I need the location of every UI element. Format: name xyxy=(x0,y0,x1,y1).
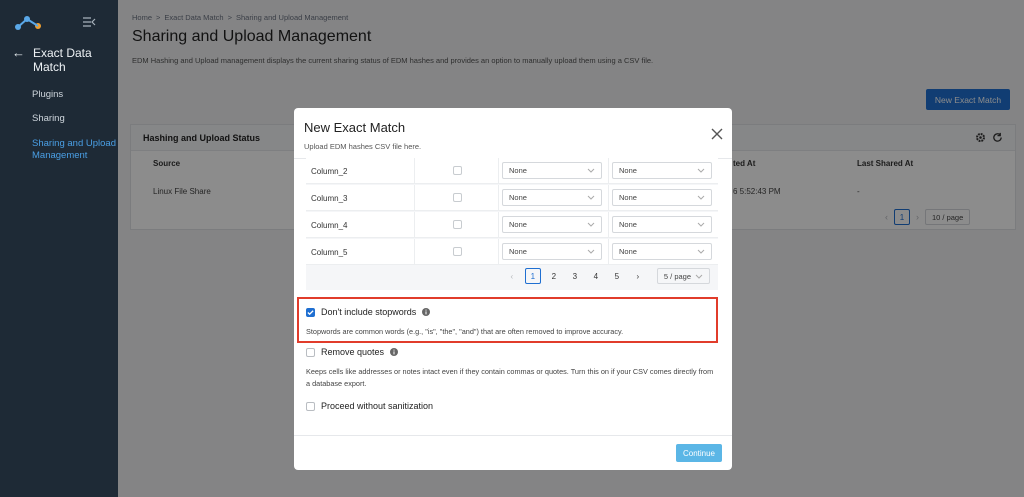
table-row: Column_5 None None xyxy=(306,239,718,265)
stopwords-checkbox[interactable] xyxy=(306,307,315,317)
page-2[interactable]: 2 xyxy=(546,268,562,284)
option-select[interactable]: None xyxy=(612,162,712,179)
sidebar: ← Exact Data Match Plugins Sharing Shari… xyxy=(0,0,118,497)
stopwords-option[interactable]: Don't include stopwords xyxy=(306,307,431,317)
type-select[interactable]: None xyxy=(502,162,602,179)
page-3[interactable]: 3 xyxy=(567,268,583,284)
table-row: Column_3 None None xyxy=(306,185,718,211)
type-select[interactable]: None xyxy=(502,243,602,260)
sidebar-item-sharing-upload[interactable]: Sharing and Upload Management xyxy=(32,138,116,162)
table-row: Column_2 None None xyxy=(306,158,718,184)
back-arrow-icon[interactable]: ← xyxy=(12,46,25,60)
prev-page-icon[interactable]: ‹ xyxy=(504,268,520,284)
remove-quotes-checkbox[interactable] xyxy=(306,347,315,357)
remove-quotes-label[interactable]: Remove quotes xyxy=(321,347,384,357)
table-row: Column_4 None None xyxy=(306,212,718,238)
new-exact-match-modal: New Exact Match Upload EDM hashes CSV fi… xyxy=(294,108,732,470)
option-select[interactable]: None xyxy=(612,216,712,233)
no-sanitization-option[interactable]: Proceed without sanitization xyxy=(306,401,433,411)
modal-subtitle: Upload EDM hashes CSV file here. xyxy=(304,142,422,151)
page-size-select[interactable]: 5 / page xyxy=(656,268,710,284)
modal-pagination: ‹ 1 2 3 4 5 › 5 / page xyxy=(504,268,710,284)
stopwords-label[interactable]: Don't include stopwords xyxy=(321,307,416,317)
info-icon[interactable] xyxy=(390,348,399,356)
chevron-down-icon xyxy=(697,222,705,227)
page-1[interactable]: 1 xyxy=(524,268,541,284)
type-select[interactable]: None xyxy=(502,189,602,206)
column-mapping-table: Column_2 None None Column_3 None None Co… xyxy=(306,158,718,290)
chevron-down-icon xyxy=(697,168,705,173)
divider xyxy=(294,435,732,436)
stopwords-description: Stopwords are common words (e.g., "is", … xyxy=(306,327,624,336)
sidebar-section-title: Exact Data Match xyxy=(33,46,92,74)
chevron-down-icon xyxy=(587,249,595,254)
row-checkbox[interactable] xyxy=(453,166,462,175)
column-name: Column_2 xyxy=(311,167,348,176)
column-name: Column_4 xyxy=(311,221,348,230)
remove-quotes-option[interactable]: Remove quotes xyxy=(306,347,399,357)
row-checkbox[interactable] xyxy=(453,193,462,202)
page-5[interactable]: 5 xyxy=(609,268,625,284)
chevron-down-icon xyxy=(587,168,595,173)
chevron-down-icon xyxy=(697,249,705,254)
row-checkbox[interactable] xyxy=(453,247,462,256)
next-page-icon[interactable]: › xyxy=(630,268,646,284)
no-sanitization-checkbox[interactable] xyxy=(306,401,315,411)
collapse-menu-icon[interactable] xyxy=(82,16,96,28)
type-select[interactable]: None xyxy=(502,216,602,233)
chevron-down-icon xyxy=(587,195,595,200)
column-name: Column_5 xyxy=(311,248,348,257)
app-logo-icon[interactable] xyxy=(14,14,42,32)
close-icon[interactable] xyxy=(710,127,724,141)
back-nav[interactable]: ← Exact Data Match xyxy=(12,46,103,75)
info-icon[interactable] xyxy=(422,308,431,316)
sidebar-item-plugins[interactable]: Plugins xyxy=(32,89,116,101)
modal-title: New Exact Match xyxy=(304,120,406,135)
option-select[interactable]: None xyxy=(612,189,712,206)
sidebar-item-sharing[interactable]: Sharing xyxy=(32,113,116,125)
chevron-down-icon xyxy=(587,222,595,227)
row-checkbox[interactable] xyxy=(453,220,462,229)
page-4[interactable]: 4 xyxy=(588,268,604,284)
no-sanitization-label[interactable]: Proceed without sanitization xyxy=(321,401,433,411)
chevron-down-icon xyxy=(695,274,703,279)
option-select[interactable]: None xyxy=(612,243,712,260)
column-name: Column_3 xyxy=(311,194,348,203)
remove-quotes-description: Keeps cells like addresses or notes inta… xyxy=(306,367,714,388)
continue-button[interactable]: Continue xyxy=(676,444,722,462)
chevron-down-icon xyxy=(697,195,705,200)
